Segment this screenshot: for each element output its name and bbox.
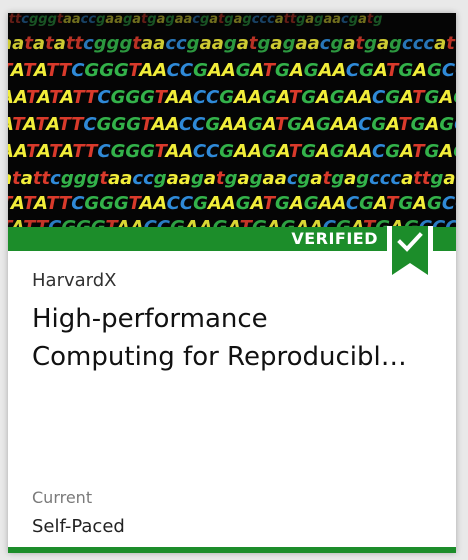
course-title-line: High-performance — [32, 304, 268, 334]
course-image: attcgggtaaccgaagatgagaacgatgagcccattgaga… — [8, 13, 456, 227]
course-status: Current — [32, 488, 93, 507]
course-title-line: Computing for Reproducibl… — [32, 342, 407, 372]
dna-sequence-image: attcgggtaaccgaagatgagaacgatgagcccattgaga… — [8, 13, 456, 227]
verified-label: VERIFIED — [291, 229, 378, 248]
course-title[interactable]: High-performance Computing for Reproduci… — [32, 300, 442, 376]
dna-sequence-row: atattcgggtaaccgaagatgagaacgatgagcccattga… — [8, 168, 456, 189]
checkmark-ribbon-icon — [387, 226, 433, 285]
dna-sequence-row: AATATATTCGGGTAACCGAAGATGAGAACGATGAGCCCAT… — [8, 141, 456, 162]
course-pacing: Self-Paced — [32, 516, 125, 537]
dna-sequence-row: attcgggtaaccgaagatgagaacgatgagcccattgaga… — [8, 13, 382, 27]
dna-sequence-row: aatatattcgggtaaccgaagatgagaacgatgagcccat… — [8, 33, 456, 54]
card-bottom-bar — [8, 547, 456, 553]
dna-sequence-row: AATATATTCGGGTAACCGAAGATGAGAACGATGAGCCCAT… — [8, 87, 456, 108]
dna-sequence-row: TATATTCGGGTAACCGAAGATGAGAACGATGAGCCCATTG… — [8, 60, 456, 81]
course-card[interactable]: attcgggtaaccgaagatgagaacgatgagcccattgaga… — [8, 13, 456, 553]
course-organization: HarvardX — [32, 270, 117, 291]
dna-sequence-row: TATATTCGGGTAACCGAAGATGAGAACGATGAGCCCATTG… — [8, 193, 456, 214]
dna-sequence-row: ATATATTCGGGTAACCGAAGATGAGAACGATGAGCCCATT… — [8, 114, 456, 135]
